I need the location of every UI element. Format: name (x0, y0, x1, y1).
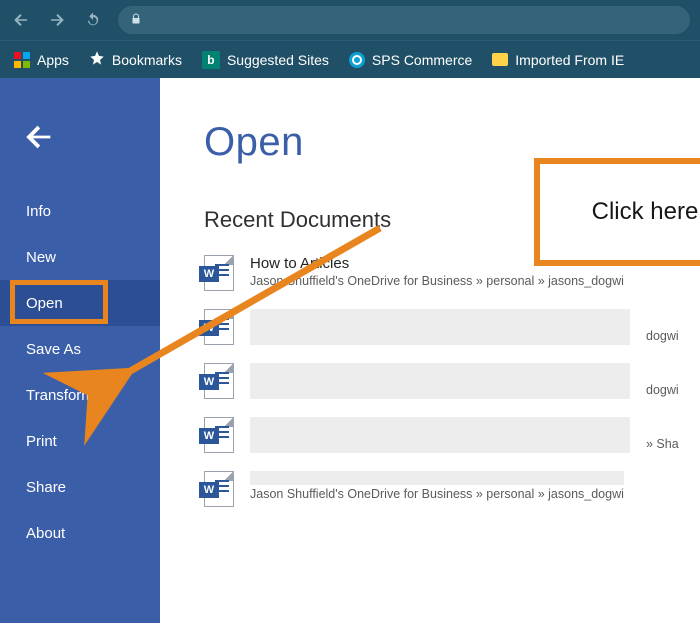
backstage-content: Open Recent Documents How to Articles Ja… (160, 78, 700, 623)
nav-reload-button[interactable] (82, 9, 104, 31)
sidebar-item-transform[interactable]: Transform (0, 372, 160, 418)
nav-back-button[interactable] (10, 9, 32, 31)
word-backstage: Info New Open Save As Transform Print Sh… (0, 78, 700, 623)
sidebar-item-save-as[interactable]: Save As (0, 326, 160, 372)
annotation-callout: Click here (534, 158, 700, 266)
bookmark-apps[interactable]: Apps (14, 52, 69, 68)
bookmark-sps-commerce[interactable]: SPS Commerce (349, 52, 472, 68)
back-button[interactable] (22, 116, 64, 158)
recent-documents-list: How to Articles Jason Shuffield's OneDri… (204, 255, 700, 507)
sidebar-item-label: Share (26, 479, 66, 496)
redacted-area (250, 363, 630, 399)
word-document-icon (204, 417, 234, 453)
document-path-tail: dogwi (646, 383, 679, 399)
document-row[interactable]: » Sha (204, 417, 700, 453)
bookmark-bookmarks[interactable]: Bookmarks (89, 50, 182, 69)
redacted-area (250, 417, 630, 453)
bookmarks-bar: Apps Bookmarks b Suggested Sites SPS Com… (0, 40, 700, 78)
sps-icon (349, 52, 365, 68)
word-document-icon (204, 255, 234, 291)
bookmark-imported-from-ie[interactable]: Imported From IE (492, 52, 624, 68)
folder-icon (492, 53, 508, 66)
star-icon (89, 50, 105, 69)
word-document-icon (204, 471, 234, 507)
nav-forward-button[interactable] (46, 9, 68, 31)
arrow-left-icon (22, 120, 56, 154)
bookmark-label: SPS Commerce (372, 52, 472, 68)
document-row[interactable]: dogwi (204, 309, 700, 345)
url-input[interactable] (118, 6, 690, 34)
bing-icon: b (202, 51, 220, 69)
redacted-area (250, 471, 624, 485)
lock-icon (130, 12, 142, 29)
annotation-label: Click here (592, 198, 699, 226)
sidebar-item-new[interactable]: New (0, 234, 160, 280)
bookmark-label: Apps (37, 52, 69, 68)
document-path: Jason Shuffield's OneDrive for Business … (250, 487, 624, 501)
bookmark-label: Suggested Sites (227, 52, 329, 68)
sidebar-item-label: New (26, 249, 56, 266)
bookmark-label: Bookmarks (112, 52, 182, 68)
arrow-left-icon (12, 11, 30, 29)
sidebar-item-label: Info (26, 203, 51, 220)
browser-address-bar (0, 0, 700, 40)
backstage-menu: Info New Open Save As Transform Print Sh… (0, 188, 160, 556)
sidebar-item-label: Save As (26, 341, 81, 358)
sidebar-item-print[interactable]: Print (0, 418, 160, 464)
sidebar-item-label: Print (26, 433, 57, 450)
word-document-icon (204, 363, 234, 399)
sidebar-item-about[interactable]: About (0, 510, 160, 556)
document-path-tail: » Sha (646, 437, 679, 453)
bookmark-suggested-sites[interactable]: b Suggested Sites (202, 51, 329, 69)
reload-icon (84, 11, 102, 29)
backstage-sidebar: Info New Open Save As Transform Print Sh… (0, 78, 160, 623)
document-path-tail: dogwi (646, 329, 679, 345)
sidebar-item-share[interactable]: Share (0, 464, 160, 510)
sidebar-item-open[interactable]: Open (0, 280, 160, 326)
sidebar-item-label: Open (26, 295, 63, 312)
sidebar-item-label: About (26, 525, 65, 542)
sidebar-item-label: Transform (26, 387, 94, 404)
arrow-right-icon (48, 11, 66, 29)
sidebar-item-info[interactable]: Info (0, 188, 160, 234)
word-document-icon (204, 309, 234, 345)
bookmark-label: Imported From IE (515, 52, 624, 68)
document-row[interactable]: Jason Shuffield's OneDrive for Business … (204, 471, 700, 507)
redacted-area (250, 309, 630, 345)
document-path: Jason Shuffield's OneDrive for Business … (250, 274, 624, 288)
document-row[interactable]: dogwi (204, 363, 700, 399)
apps-grid-icon (14, 52, 30, 68)
